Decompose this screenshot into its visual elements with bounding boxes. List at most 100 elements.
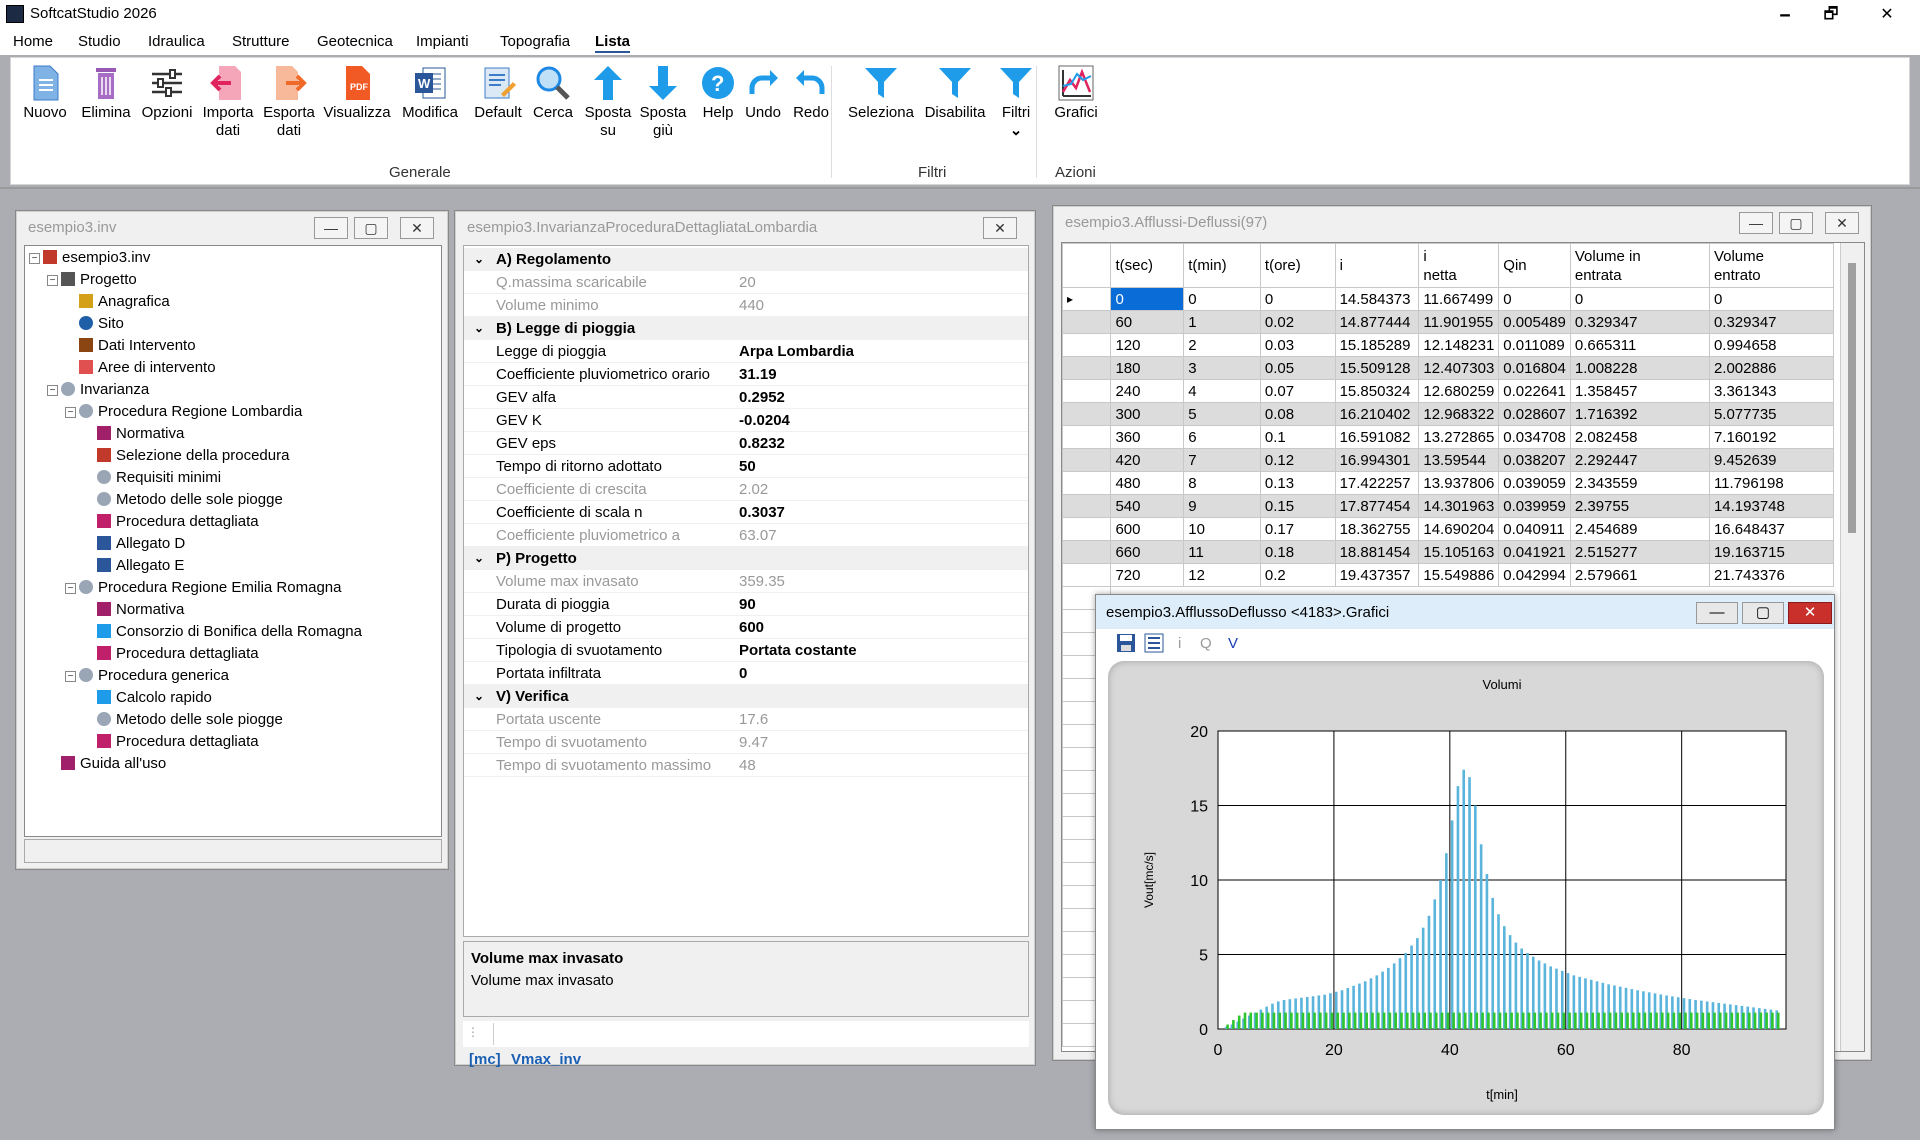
tree-node[interactable]: Consorzio di Bonifica della Romagna	[97, 622, 362, 642]
property-category[interactable]: ⌄ B) Legge di pioggia	[464, 317, 1028, 340]
table-cell[interactable]: 1.008228	[1569, 356, 1710, 380]
visualizza-button[interactable]: PDF Visualizza	[322, 64, 392, 122]
table-cell[interactable]: 17.422257	[1334, 471, 1420, 495]
table-cell[interactable]: 300	[1110, 402, 1185, 426]
tree-node[interactable]: Normativa	[97, 424, 184, 444]
default-button[interactable]: Default	[468, 64, 528, 122]
table-cell[interactable]: 660	[1110, 540, 1185, 564]
property-value[interactable]: 17.6	[739, 708, 768, 731]
tree-expander[interactable]: −	[65, 407, 76, 418]
table-cell[interactable]: 2.002886	[1708, 356, 1835, 380]
table-cell[interactable]: 0.15	[1259, 494, 1336, 518]
table-cell[interactable]: 0.13	[1259, 471, 1336, 495]
tree-expander[interactable]: −	[47, 275, 58, 286]
table-cell[interactable]: 16.210402	[1334, 402, 1420, 426]
table-cell[interactable]: 12.148231	[1418, 333, 1500, 357]
table-cell[interactable]: 15.509128	[1334, 356, 1420, 380]
minimize-button[interactable]: 🗕	[1762, 0, 1808, 29]
table-cell[interactable]: 15.105163	[1418, 540, 1500, 564]
property-value[interactable]: 90	[739, 593, 756, 616]
tree-node[interactable]: Procedura dettagliata	[97, 512, 259, 532]
table-cell[interactable]: 0.02	[1259, 310, 1336, 334]
menu-idraulica[interactable]: Idraulica	[148, 33, 205, 50]
table-cell[interactable]: 2.343559	[1569, 471, 1710, 495]
table-row[interactable]: 180 3 0.05 15.509128 12.407303 0.016804 1.0082…	[1062, 356, 1835, 380]
tree-expander[interactable]: −	[29, 253, 40, 264]
table-cell[interactable]: 12.407303	[1418, 356, 1500, 380]
table-cell[interactable]: 11.796198	[1708, 471, 1835, 495]
table-cell[interactable]: 0	[1259, 287, 1336, 311]
table-cell[interactable]: 3.361343	[1708, 379, 1835, 403]
tree-expander[interactable]: −	[47, 385, 58, 396]
filtri-dropdown-button[interactable]: Filtri ⌄	[986, 64, 1046, 140]
grid-scrollbar-thumb[interactable]	[1848, 263, 1856, 533]
table-window-minimize-button[interactable]: —	[1739, 212, 1773, 234]
property-row[interactable]: Legge di pioggia Arpa Lombardia	[464, 340, 1028, 363]
table-header[interactable]: t(min)	[1183, 243, 1261, 288]
tree-expander[interactable]: −	[65, 671, 76, 682]
table-row[interactable]: 60 1 0.02 14.877444 11.901955 0.005489 0.32934…	[1062, 310, 1835, 334]
q-tool[interactable]: Q	[1200, 635, 1212, 652]
chevron-down-icon[interactable]: ⌄	[474, 317, 484, 340]
table-window-maximize-button[interactable]: ▢	[1779, 212, 1813, 234]
property-value[interactable]: 63.07	[739, 524, 777, 547]
importa-dati-button[interactable]: Importa dati	[198, 64, 258, 140]
table-cell[interactable]: 0	[1183, 287, 1261, 311]
table-cell[interactable]: 2.292447	[1569, 448, 1710, 472]
tree-node[interactable]: Sito	[79, 314, 124, 334]
tree-node[interactable]: Allegato D	[97, 534, 185, 554]
property-value[interactable]: 20	[739, 271, 756, 294]
project-tree[interactable]: − esempio3.inv − Progetto Anagrafica Sito Dati…	[24, 245, 442, 837]
table-cell[interactable]: 6	[1183, 425, 1261, 449]
property-row[interactable]: Tempo di ritorno adottato 50	[464, 455, 1028, 478]
tree-node[interactable]: Invarianza	[61, 380, 149, 400]
table-cell[interactable]: 120	[1110, 333, 1185, 357]
table-cell[interactable]: 0.1	[1259, 425, 1336, 449]
property-value[interactable]: 0.2952	[739, 386, 785, 409]
property-value[interactable]: 0.3037	[739, 501, 785, 524]
sposta-su-button[interactable]: Sposta su	[578, 64, 638, 140]
menu-topografia[interactable]: Topografia	[500, 33, 570, 50]
tree-node[interactable]: Guida all'uso	[61, 754, 166, 774]
menu-home[interactable]: Home	[13, 33, 53, 50]
property-row[interactable]: Coefficiente di scala n 0.3037	[464, 501, 1028, 524]
property-value[interactable]: 359.35	[739, 570, 785, 593]
nuovo-button[interactable]: Nuovo	[15, 64, 75, 122]
table-cell[interactable]: 19.437357	[1334, 563, 1420, 587]
property-value[interactable]: 9.47	[739, 731, 768, 754]
tree-node[interactable]: Metodo delle sole piogge	[97, 710, 283, 730]
table-cell[interactable]: 7.160192	[1708, 425, 1835, 449]
property-row[interactable]: Durata di pioggia 90	[464, 593, 1028, 616]
table-header[interactable]: t(sec)	[1110, 243, 1185, 288]
info-tool[interactable]: i	[1178, 635, 1181, 652]
table-cell[interactable]: 13.59544	[1418, 448, 1500, 472]
table-row[interactable]: ▸ 0 0 0 14.584373 11.667499 0 0 0	[1062, 287, 1835, 311]
table-cell[interactable]: 14.193748	[1708, 494, 1835, 518]
table-cell[interactable]: 0.040911	[1498, 517, 1571, 541]
table-cell[interactable]: 0.042994	[1498, 563, 1571, 587]
table-cell[interactable]: 12.968322	[1418, 402, 1500, 426]
table-cell[interactable]: 240	[1110, 379, 1185, 403]
table-header[interactable]: Volume in entrata	[1569, 243, 1710, 288]
table-cell[interactable]: 13.937806	[1418, 471, 1500, 495]
save-icon[interactable]	[1116, 633, 1136, 653]
table-cell[interactable]: 2.454689	[1569, 517, 1710, 541]
table-cell[interactable]: 12.680259	[1418, 379, 1500, 403]
table-cell[interactable]: 0.994658	[1708, 333, 1835, 357]
table-cell[interactable]: 14.877444	[1334, 310, 1420, 334]
menu-lista[interactable]: Lista	[595, 33, 631, 53]
table-cell[interactable]: 2	[1183, 333, 1261, 357]
table-cell[interactable]: 14.584373	[1334, 287, 1420, 311]
table-cell[interactable]: 0	[1110, 287, 1185, 311]
chart-window-close-button[interactable]: ✕	[1788, 602, 1832, 624]
table-row[interactable]: 480 8 0.13 17.422257 13.937806 0.039059 2.3435…	[1062, 471, 1835, 495]
row-header[interactable]: ▸	[1062, 287, 1112, 311]
table-window-close-button[interactable]: ✕	[1825, 212, 1859, 234]
row-header[interactable]	[1062, 563, 1112, 587]
table-cell[interactable]: 0.041921	[1498, 540, 1571, 564]
tree-window-close-button[interactable]: ✕	[400, 217, 434, 239]
table-cell[interactable]: 2.579661	[1569, 563, 1710, 587]
chart-window-minimize-button[interactable]: —	[1696, 602, 1738, 624]
row-header[interactable]	[1062, 333, 1112, 357]
property-value[interactable]: 0.8232	[739, 432, 785, 455]
